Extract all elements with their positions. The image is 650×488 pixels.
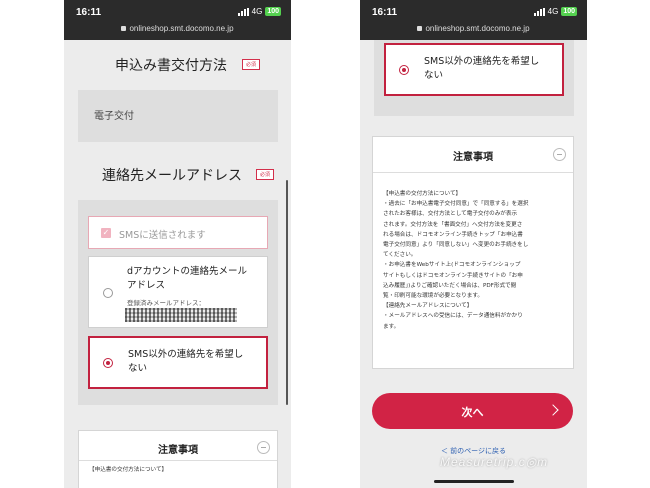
notes-title: 注意事項 (453, 152, 493, 163)
radio-unselected[interactable] (103, 288, 113, 298)
phone-screen-right: 16:11 4G 100 onlineshop.smt.docomo.ne.jp… (360, 0, 587, 488)
status-bar: 16:11 4G 100 onlineshop.smt.docomo.ne.jp (360, 0, 587, 40)
required-badge-email: 必須 (256, 169, 275, 180)
email-title: 連絡先メールアドレス (102, 168, 242, 184)
signal-icon (237, 7, 249, 16)
radio-selected[interactable] (103, 358, 113, 368)
url-text: onlineshop.smt.docomo.ne.jp (129, 24, 234, 33)
signal-icon (533, 7, 545, 16)
notes-card: 注意事項 【申込書の交付方法について】 (78, 430, 278, 488)
url-bar[interactable]: onlineshop.smt.docomo.ne.jp (360, 24, 587, 33)
url-bar[interactable]: onlineshop.smt.docomo.ne.jp (64, 24, 291, 33)
notes-divider (79, 460, 277, 461)
notes-body: 【申込書の交付方法について】 ・過去に「お申込書電子交付同意」で「同意する」を選… (383, 191, 529, 330)
option-d-account-label: dアカウントの連絡先メール アドレス (127, 266, 248, 291)
status-time: 16:11 (372, 7, 398, 18)
sms-sent-label: SMSに送信されます (119, 230, 206, 241)
radio-selected[interactable] (399, 65, 409, 75)
option-d-account-email[interactable]: dアカウントの連絡先メール アドレス 登録済みメールアドレス： (88, 256, 268, 328)
next-button[interactable]: 次へ (372, 393, 573, 429)
status-indicators: 4G 100 (237, 7, 281, 16)
notes-title: 注意事項 (158, 445, 198, 456)
lock-icon (121, 26, 127, 31)
option-no-other-contact[interactable]: SMS以外の連絡先を希望し ない (88, 336, 268, 389)
status-bar: 16:11 4G 100 onlineshop.smt.docomo.ne.jp (64, 0, 291, 40)
notes-divider (373, 172, 573, 173)
scrollbar[interactable] (286, 180, 288, 405)
home-indicator (434, 480, 514, 483)
option-no-other-contact-label: SMS以外の連絡先を希望し ない (424, 56, 540, 81)
collapse-minus-icon[interactable] (553, 148, 566, 161)
next-button-label: 次へ (461, 406, 484, 419)
option-no-other-contact-label: SMS以外の連絡先を希望し ない (128, 349, 244, 374)
lock-icon (417, 26, 423, 31)
url-text: onlineshop.smt.docomo.ne.jp (425, 24, 530, 33)
registered-email-label: 登録済みメールアドレス： (127, 299, 205, 307)
notes-partial-text: 【申込書の交付方法について】 (89, 467, 168, 473)
watermark: Measuretrip.c◎m (440, 455, 549, 469)
notes-card: 注意事項 【申込書の交付方法について】 ・過去に「お申込書電子交付同意」で「同意… (372, 136, 574, 369)
network-label: 4G (547, 7, 559, 16)
option-no-other-contact[interactable]: SMS以外の連絡先を希望し ない (384, 43, 564, 96)
required-badge: 必須 (242, 59, 261, 70)
delivery-method-title: 申込み書交付方法 (115, 58, 227, 74)
network-label: 4G (251, 7, 263, 16)
status-time: 16:11 (76, 7, 102, 18)
delivery-method-box: 電子交付 (78, 90, 278, 142)
delivery-method-value: 電子交付 (94, 111, 134, 122)
battery-icon: 100 (561, 7, 577, 16)
status-indicators: 4G 100 (533, 7, 577, 16)
sms-sent-checkbox-row[interactable]: ✓ SMSに送信されます (88, 216, 268, 249)
phone-screen-left: 16:11 4G 100 onlineshop.smt.docomo.ne.jp… (64, 0, 291, 488)
collapse-minus-icon[interactable] (257, 441, 270, 454)
checkbox-checked-icon: ✓ (101, 228, 111, 238)
pixelated-email-mosaic (125, 308, 237, 322)
battery-icon: 100 (265, 7, 281, 16)
